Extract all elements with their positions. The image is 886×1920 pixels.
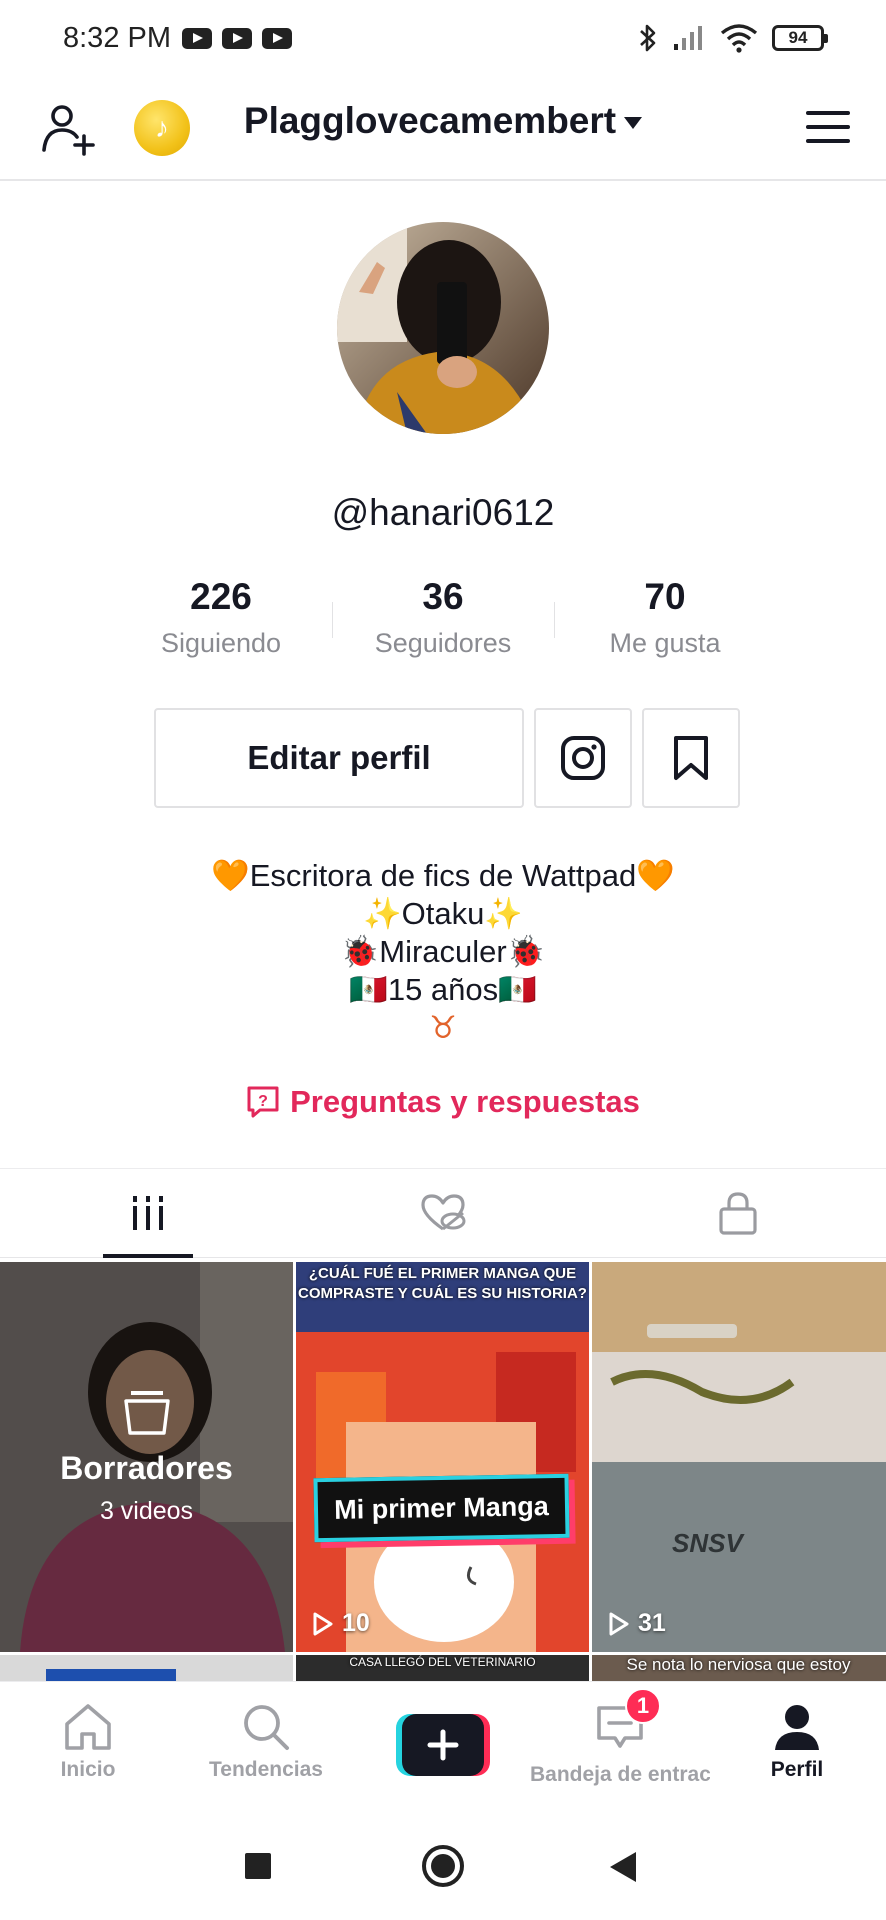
profile-stats: 226 Siguiendo 36 Seguidores 70 Me gusta xyxy=(110,572,776,667)
content-tabs xyxy=(0,1168,886,1258)
bio-line: 🐞Miraculer🐞 xyxy=(340,934,546,969)
tab-liked[interactable] xyxy=(295,1169,590,1257)
home-button-icon[interactable] xyxy=(420,1843,466,1889)
video-caption: Se nota lo nerviosa que estoy xyxy=(626,1655,851,1674)
bio-line: 🇲🇽15 años🇲🇽 xyxy=(349,972,537,1007)
wifi-icon xyxy=(720,24,758,53)
play-icon xyxy=(313,1612,333,1635)
svg-text:SNSV: SNSV xyxy=(672,1528,745,1558)
stat-label: Seguidores xyxy=(374,628,512,658)
bio-line: ♉ xyxy=(429,1010,457,1045)
drafts-tile[interactable]: Borradores 3 videos xyxy=(0,1262,293,1652)
bio-line: 🧡Escritora de fics de Wattpad🧡 xyxy=(211,858,675,893)
drafts-title: Borradores xyxy=(60,1450,233,1486)
stat-label: Me gusta xyxy=(609,628,721,658)
lock-icon xyxy=(719,1192,757,1235)
status-time: 8:32 PM xyxy=(63,22,171,54)
status-bar: 8:32 PM 94 xyxy=(0,0,886,78)
profile-header: ♪ Plagglovecamembert xyxy=(0,78,886,181)
youtube-notification-icon xyxy=(182,28,212,49)
bio: 🧡Escritora de fics de Wattpad🧡 ✨Otaku✨ 🐞… xyxy=(0,857,886,1047)
stat-followers[interactable]: 36 Seguidores xyxy=(332,572,554,667)
bluetooth-icon xyxy=(640,24,656,52)
nav-label: Inicio xyxy=(60,1758,116,1781)
nav-inbox[interactable]: 1 Bandeja de entrac xyxy=(530,1688,710,1787)
grid-icon xyxy=(132,1196,163,1230)
drafts-icon xyxy=(123,1391,170,1435)
status-icons: 94 xyxy=(638,22,828,54)
video-grid: Borradores 3 videos ¿CUÁL FUÉ EL PRIMER … xyxy=(0,1262,886,1682)
battery-indicator: 94 xyxy=(772,25,828,51)
video-tile[interactable]: SNSV 31 xyxy=(592,1262,886,1652)
tab-private[interactable] xyxy=(591,1169,886,1257)
hidden-heart-icon xyxy=(421,1194,466,1231)
video-caption: CASA LLEGÓ DEL VETERINARIO xyxy=(349,1655,536,1669)
view-count-value: 10 xyxy=(342,1609,370,1637)
qa-link[interactable]: ? Preguntas y respuestas xyxy=(0,1084,886,1120)
video-tile[interactable]: Se nota lo nerviosa que estoy xyxy=(592,1655,886,1682)
search-icon xyxy=(244,1705,289,1750)
youtube-notification-icon xyxy=(222,28,252,49)
drafts-count: 3 videos xyxy=(99,1497,194,1525)
nav-discover[interactable]: Tendencias xyxy=(176,1702,356,1782)
video-banner: Mi primer Manga xyxy=(313,1473,570,1543)
stat-likes[interactable]: 70 Me gusta xyxy=(554,572,776,667)
account-name: Plagglovecamembert xyxy=(243,100,617,141)
chevron-down-icon xyxy=(624,117,643,130)
question-bubble-icon: ? xyxy=(247,1086,279,1118)
video-tile[interactable]: ¿CUÁL FUÉ EL PRIMER MANGA QUE COMPRASTE … xyxy=(296,1262,589,1652)
stat-following[interactable]: 226 Siguiendo xyxy=(110,572,332,667)
bottom-nav: Inicio Tendencias 1 Bandeja de entrac Pe… xyxy=(0,1681,886,1812)
favorites-button[interactable] xyxy=(642,708,740,808)
bio-line: ✨Otaku✨ xyxy=(363,896,523,931)
menu-icon[interactable] xyxy=(806,108,850,146)
video-tile[interactable]: CASA LLEGÓ DEL VETERINARIO xyxy=(296,1655,589,1682)
nav-label: Perfil xyxy=(770,1758,824,1781)
view-count: 31 xyxy=(608,1609,666,1638)
drafts-overlay: Borradores 3 videos xyxy=(0,1262,293,1652)
signal-icon xyxy=(674,26,702,50)
home-icon xyxy=(65,1704,111,1750)
svg-text:?: ? xyxy=(258,1093,268,1110)
avatar[interactable] xyxy=(337,222,549,434)
video-tile[interactable] xyxy=(0,1655,293,1682)
profile-actions: Editar perfil xyxy=(154,708,740,808)
stat-label: Siguiendo xyxy=(160,628,282,658)
instagram-button[interactable] xyxy=(534,708,632,808)
stat-value: 36 xyxy=(422,576,464,617)
account-switcher[interactable]: Plagglovecamembert xyxy=(0,100,886,142)
view-count-value: 31 xyxy=(638,1609,666,1637)
system-nav-bar xyxy=(0,1812,886,1920)
play-icon xyxy=(609,1612,629,1635)
nav-profile[interactable]: Perfil xyxy=(707,1702,886,1782)
stat-value: 226 xyxy=(190,576,252,617)
username: @hanari0612 xyxy=(331,492,555,533)
nav-home[interactable]: Inicio xyxy=(0,1702,178,1782)
instagram-icon xyxy=(561,736,605,780)
view-count: 10 xyxy=(312,1609,370,1638)
tab-videos[interactable] xyxy=(0,1169,295,1258)
recents-icon[interactable] xyxy=(244,1852,272,1880)
back-icon[interactable] xyxy=(608,1850,638,1884)
profile-icon xyxy=(775,1705,819,1750)
qa-label: Preguntas y respuestas xyxy=(290,1084,640,1119)
nav-label: Bandeja de entrac xyxy=(530,1763,710,1786)
stat-value: 70 xyxy=(644,576,686,617)
nav-label: Tendencias xyxy=(209,1758,323,1781)
edit-profile-button[interactable]: Editar perfil xyxy=(154,708,524,808)
create-button[interactable] xyxy=(396,1714,490,1776)
notification-badge: 1 xyxy=(625,1688,661,1724)
video-caption: ¿CUÁL FUÉ EL PRIMER MANGA QUE COMPRASTE … xyxy=(298,1265,587,1302)
bookmark-icon xyxy=(674,736,708,780)
youtube-notification-icon xyxy=(262,28,292,49)
